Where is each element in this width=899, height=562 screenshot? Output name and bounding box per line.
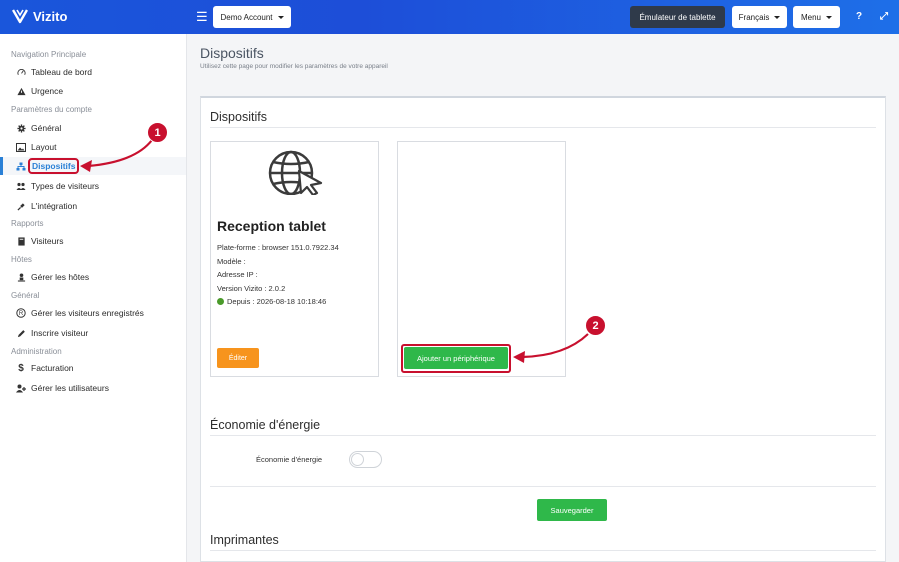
save-button[interactable]: Sauvegarder: [537, 499, 607, 521]
edit-device-button[interactable]: Éditer: [217, 348, 259, 368]
sidebar-item-register-visitor[interactable]: Inscrire visiteur: [0, 324, 186, 342]
chevron-down-icon: [774, 15, 781, 19]
users-icon: [16, 182, 26, 191]
divider: [210, 435, 876, 436]
devices-icon: [16, 162, 26, 171]
device-version: Version Vizito : 2.0.2: [217, 284, 286, 293]
page-title: Dispositifs: [200, 45, 264, 61]
add-device-card: [397, 141, 566, 377]
chevron-down-icon: [277, 15, 284, 19]
globe-cursor-icon: [268, 150, 323, 195]
sidebar-section-account-settings: Paramètres du compte: [11, 105, 92, 114]
sidebar-item-registered-visitors[interactable]: R Gérer les visiteurs enregistrés: [0, 304, 186, 322]
tablet-emulator-label: Émulateur de tablette: [639, 12, 716, 22]
account-dropdown[interactable]: Demo Account: [213, 6, 291, 28]
sidebar-item-label: Dispositifs: [28, 158, 80, 174]
sidebar-item-integration[interactable]: L'intégration: [0, 197, 186, 215]
sidebar-item-label: Gérer les visiteurs enregistrés: [31, 308, 144, 318]
plug-icon: [16, 202, 26, 211]
sidebar-item-label: Layout: [31, 142, 57, 152]
devices-section-title: Dispositifs: [210, 110, 267, 124]
registered-icon: R: [16, 308, 26, 318]
sidebar-item-visitors[interactable]: Visiteurs: [0, 232, 186, 250]
expand-icon[interactable]: ⤢: [880, 11, 888, 23]
dollar-icon: $: [18, 362, 24, 374]
device-name: Reception tablet: [217, 218, 326, 234]
sidebar-section-main-nav: Navigation Principale: [11, 50, 87, 59]
device-since: Depuis : 2026-08-18 10:18:46: [227, 297, 327, 306]
sidebar-item-billing[interactable]: $ Facturation: [0, 359, 186, 377]
sidebar-item-label: Gérer les hôtes: [31, 272, 90, 282]
pencil-icon: [16, 329, 26, 338]
top-navbar: Vizito ☰ Demo Account Émulateur de table…: [0, 0, 899, 34]
annotation-badge-1: 1: [147, 122, 168, 143]
warning-icon: [16, 87, 26, 96]
sidebar-section-hosts: Hôtes: [11, 255, 32, 264]
sidebar-item-label: Gérer les utilisateurs: [31, 383, 109, 393]
user-plus-icon: [16, 384, 26, 393]
brand-name: Vizito: [33, 8, 68, 24]
help-icon[interactable]: ?: [856, 11, 862, 23]
active-indicator: [0, 157, 3, 175]
device-platform: Plate-forme : browser 151.0.7922.34: [217, 243, 339, 252]
sidebar-item-label: Facturation: [31, 363, 74, 373]
sidebar-item-label: Tableau de bord: [31, 67, 92, 77]
image-icon: [16, 142, 26, 152]
sidebar-item-emergency[interactable]: Urgence: [0, 82, 186, 100]
account-label: Demo Account: [220, 12, 273, 22]
add-device-button[interactable]: Ajouter un périphérique: [404, 347, 508, 369]
sidebar-item-label: Visiteurs: [31, 236, 64, 246]
sidebar-item-label: L'intégration: [31, 201, 78, 211]
energy-section-title: Économie d'énergie: [210, 418, 321, 432]
gear-icon: [16, 123, 26, 133]
svg-text:R: R: [19, 311, 24, 317]
sidebar-section-general: Général: [11, 291, 40, 300]
divider: [210, 486, 876, 487]
energy-saving-label: Économie d'énergie: [256, 455, 323, 464]
menu-label: Menu: [800, 12, 821, 22]
sidebar-item-manage-hosts[interactable]: Gérer les hôtes: [0, 268, 186, 286]
sidebar-item-label: Types de visiteurs: [31, 181, 100, 191]
person-icon: [16, 272, 26, 282]
dashboard-icon: [16, 68, 26, 77]
language-dropdown[interactable]: Français: [732, 6, 787, 28]
page-subtitle: Utilisez cette page pour modifier les pa…: [200, 63, 388, 70]
hamburger-menu-icon[interactable]: ☰: [196, 10, 208, 24]
chevron-down-icon: [826, 15, 832, 19]
toggle-knob: [351, 453, 364, 466]
status-dot-icon: [217, 298, 224, 305]
sidebar-section-administration: Administration: [11, 347, 62, 356]
book-icon: [16, 236, 26, 246]
sidebar-item-manage-users[interactable]: Gérer les utilisateurs: [0, 379, 186, 397]
sidebar-item-devices[interactable]: Dispositifs: [0, 157, 186, 175]
tablet-emulator-button[interactable]: Émulateur de tablette: [630, 6, 725, 28]
printers-section-title: Imprimantes: [210, 533, 279, 547]
sidebar-item-label: Inscrire visiteur: [31, 328, 89, 338]
brand-logo[interactable]: Vizito: [12, 8, 67, 24]
device-model: Modèle :: [217, 257, 246, 266]
menu-dropdown[interactable]: Menu: [793, 6, 840, 28]
divider: [210, 550, 876, 551]
sidebar-section-reports: Rapports: [11, 219, 44, 228]
divider: [210, 127, 876, 128]
device-since-row: Depuis : 2026-08-18 10:18:46: [217, 297, 326, 306]
language-label: Français: [738, 12, 770, 22]
sidebar-item-visitor-types[interactable]: Types de visiteurs: [0, 177, 186, 195]
annotation-badge-2: 2: [585, 315, 606, 336]
sidebar-item-label: Urgence: [31, 86, 64, 96]
energy-saving-toggle[interactable]: [349, 451, 382, 468]
vizito-logo-icon: [12, 9, 28, 24]
sidebar-item-dashboard[interactable]: Tableau de bord: [0, 63, 186, 81]
device-ip: Adresse IP :: [217, 270, 258, 279]
sidebar-item-label: Général: [31, 123, 62, 133]
